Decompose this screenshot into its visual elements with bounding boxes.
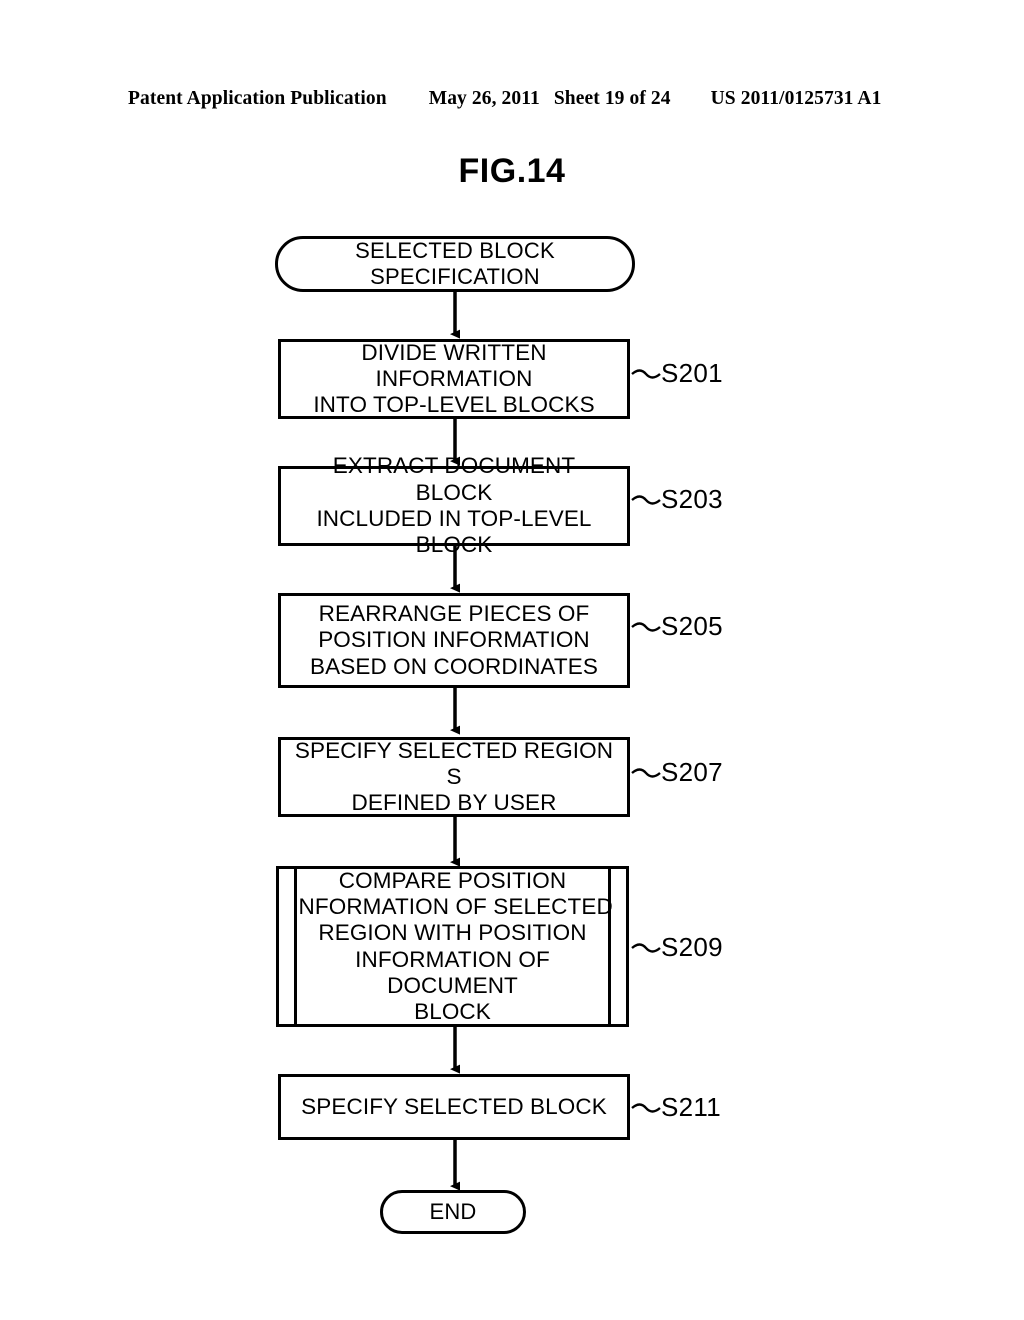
flow-node-s211[interactable]: SPECIFY SELECTED BLOCK bbox=[278, 1074, 630, 1140]
flow-node-end[interactable]: END bbox=[380, 1190, 526, 1234]
step-label-s201: S201 bbox=[661, 358, 723, 388]
flow-node-start[interactable]: SELECTED BLOCK SPECIFICATION bbox=[275, 236, 635, 292]
leader-s201 bbox=[631, 369, 661, 379]
flow-node-s207-label: SPECIFY SELECTED REGION S DEFINED BY USE… bbox=[294, 737, 614, 816]
patent-document-number: US 2011/0125731 A1 bbox=[710, 88, 882, 109]
flow-node-s201-label: DIVIDE WRITTEN INFORMATION INTO TOP-LEVE… bbox=[313, 339, 595, 418]
flow-node-start-label: SELECTED BLOCK SPECIFICATION bbox=[355, 238, 555, 289]
flow-node-s203[interactable]: EXTRACT DOCUMENT BLOCK INCLUDED IN TOP-L… bbox=[278, 453, 630, 557]
flow-node-s205[interactable]: REARRANGE PIECES OF POSITION INFORMATION… bbox=[278, 593, 630, 688]
leader-s203 bbox=[631, 495, 661, 505]
step-label-s203: S203 bbox=[661, 484, 723, 514]
flow-node-s207[interactable]: SPECIFY SELECTED REGION S DEFINED BY USE… bbox=[278, 737, 630, 817]
flow-node-s209[interactable]: COMPARE POSITION INFORMATION OF SELECTED… bbox=[276, 866, 629, 1027]
flow-node-s201[interactable]: DIVIDE WRITTEN INFORMATION INTO TOP-LEVE… bbox=[278, 339, 630, 419]
leader-s209 bbox=[631, 943, 661, 953]
flow-node-s209-label: COMPARE POSITION INFORMATION OF SELECTED… bbox=[292, 867, 613, 1025]
step-label-s207: S207 bbox=[661, 757, 723, 787]
step-label-s209: S209 bbox=[661, 932, 723, 962]
patent-publication-label: Patent Application Publication bbox=[128, 88, 387, 109]
step-label-s205: S205 bbox=[661, 611, 723, 641]
figure-title: FIG.14 bbox=[458, 152, 566, 190]
patent-date-label: May 26, 2011 bbox=[428, 88, 540, 109]
patent-header: Patent Application Publication May 26, 2… bbox=[128, 88, 898, 114]
flow-node-s205-label: REARRANGE PIECES OF POSITION INFORMATION… bbox=[310, 601, 598, 679]
leader-s211 bbox=[631, 1103, 661, 1113]
flow-node-s211-label: SPECIFY SELECTED BLOCK bbox=[301, 1093, 607, 1119]
patent-sheet-label: Sheet 19 of 24 bbox=[553, 88, 671, 109]
step-label-s211: S211 bbox=[661, 1092, 721, 1122]
flow-node-end-label: END bbox=[429, 1199, 477, 1225]
leader-s205 bbox=[631, 622, 661, 632]
leader-s207 bbox=[631, 768, 661, 778]
flow-node-s203-label: EXTRACT DOCUMENT BLOCK INCLUDED IN TOP-L… bbox=[316, 453, 592, 558]
